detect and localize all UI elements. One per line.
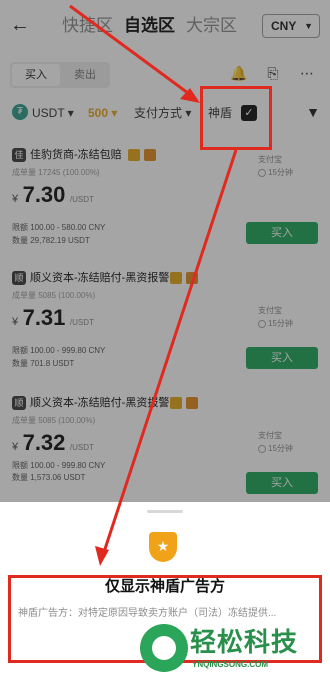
modal-backdrop[interactable] [0,0,330,502]
shield-star-icon: ★ [149,532,177,562]
watermark-logo-icon [140,624,188,672]
sheet-drag-handle[interactable] [147,510,183,513]
watermark-url: YNQINGSONG.COM [192,660,269,669]
watermark-logo-inner [152,636,176,660]
p2p-trading-page: ← 快捷区 自选区 大宗区 CNY ▼ 买入 卖出 🔔 ⎘ ⋯ ₮ USDT ▾… [0,0,330,677]
annotation-box-shield [200,86,272,150]
watermark-name: 轻松科技 [190,627,299,657]
